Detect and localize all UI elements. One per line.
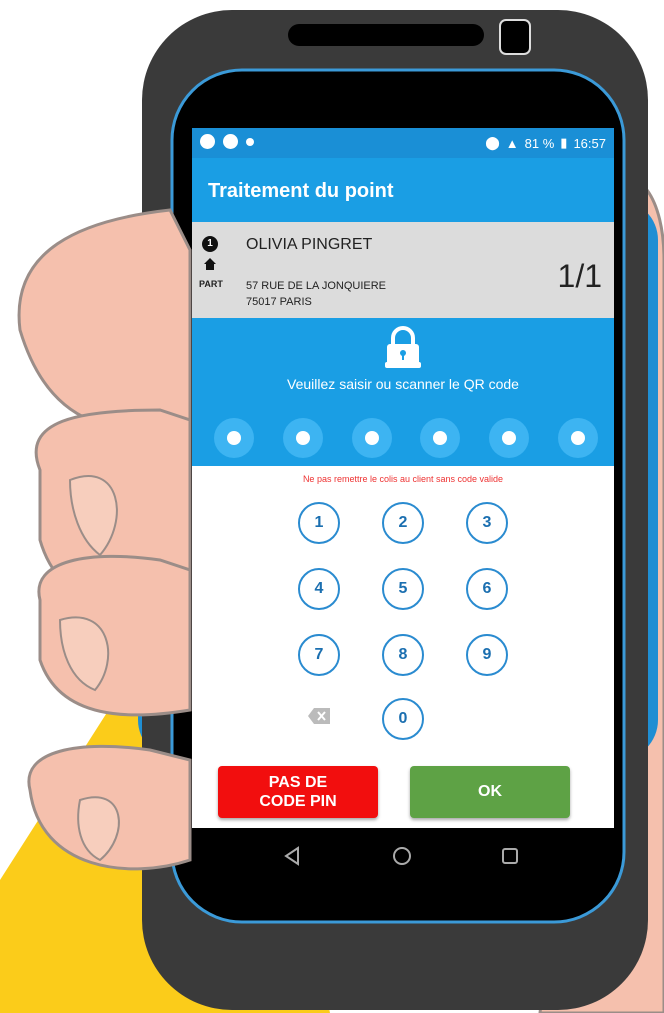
battery-icon: ▮ [560,135,568,150]
phone-screen: ⬤ ▲ 81 % ▮ 16:57 Traitement du point 1 P… [192,128,614,828]
check-notification-icon [223,134,238,149]
delivery-info-card: 1 PART OLIVIA PINGRET 57 RUE DE LA JONQU… [192,222,614,318]
pin-slot [282,418,323,458]
pin-slot [420,418,461,458]
keypad-key-8[interactable]: 8 [382,634,424,676]
pin-slot [557,418,598,458]
page-title: Traitement du point [208,180,394,202]
home-icon [204,258,216,270]
notification-dot-icon [200,134,215,149]
keypad-key-3[interactable]: 3 [466,502,508,544]
pin-warning: Ne pas remettre le colis au client sans … [302,474,504,484]
keypad-key-1[interactable]: 1 [298,502,340,544]
battery-percent: 81 % [524,135,555,151]
status-bar: ⬤ ▲ 81 % ▮ 16:57 [192,128,614,158]
backspace-icon[interactable] [308,708,330,724]
back-nav-icon[interactable] [278,842,306,870]
client-name: OLIVIA PINGRET [246,236,373,253]
home-nav-icon[interactable] [388,842,416,870]
keypad-key-7[interactable]: 7 [298,634,340,676]
no-pin-label-line1: PAS DE [268,774,328,791]
lock-icon [385,326,421,368]
clock: 16:57 [573,135,606,151]
keypad-key-2[interactable]: 2 [382,502,424,544]
pin-slot [351,418,392,458]
location-icon: ⬤ [485,135,500,150]
no-pin-code-button[interactable]: PAS DE CODE PIN [218,766,378,818]
address-line1: 57 RUE DE LA JONQUIERE [246,280,386,292]
pin-entry[interactable] [214,418,598,458]
keypad-key-0[interactable]: 0 [382,698,424,740]
system-icons: ⬤ ▲ 81 % ▮ 16:57 [485,135,606,151]
no-pin-label-line2: CODE PIN [259,793,337,810]
android-nav-bar [192,828,614,884]
keypad-key-9[interactable]: 9 [466,634,508,676]
delivery-progress: 1/1 [557,258,602,294]
keypad-key-5[interactable]: 5 [382,568,424,610]
qr-instruction: Veuillez saisir ou scanner le QR code [287,376,519,392]
pin-slot [489,418,530,458]
app-bar: Traitement du point [192,158,614,222]
recents-nav-icon[interactable] [496,842,524,870]
notification-icons [200,134,254,149]
signal-icon: ▲ [505,135,519,151]
ok-button[interactable]: OK [410,766,570,818]
keypad-key-6[interactable]: 6 [466,568,508,610]
qr-code-panel: Veuillez saisir ou scanner le QR code [192,318,614,466]
delivery-type-label: PART [199,279,223,289]
pin-slot [214,418,254,458]
stop-number-badge: 1 [202,236,218,252]
keypad-key-4[interactable]: 4 [298,568,340,610]
address-line2: 75017 PARIS [246,296,312,308]
small-dot-icon [246,137,254,146]
